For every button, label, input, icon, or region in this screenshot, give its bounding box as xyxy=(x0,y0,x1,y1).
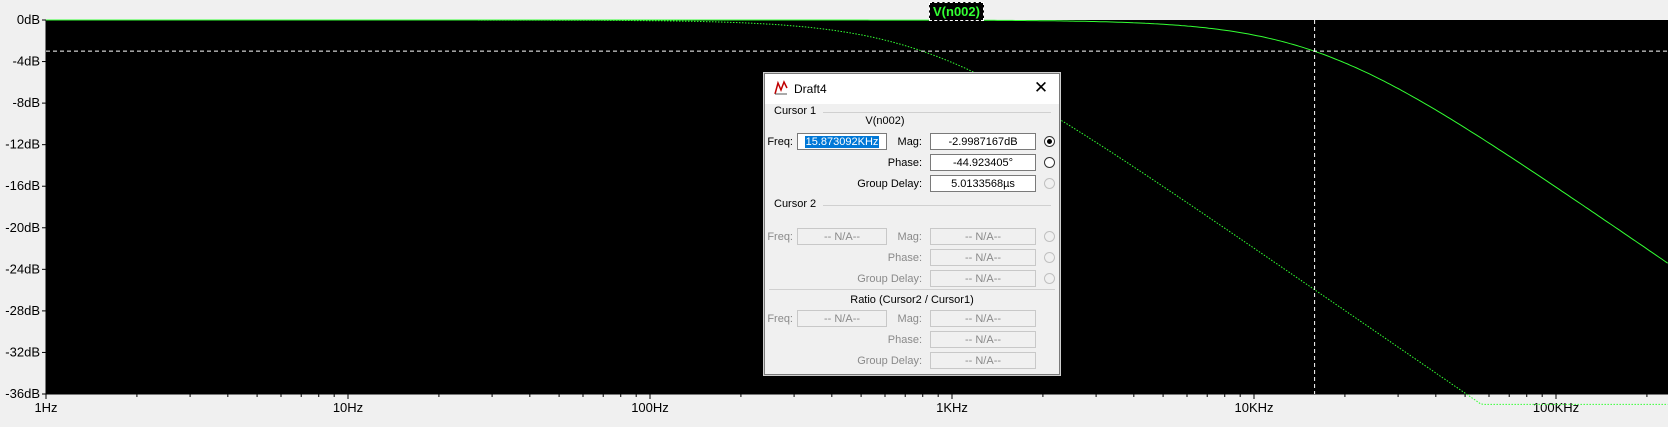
cursor1-phase-radio[interactable] xyxy=(1044,157,1055,168)
x-tick-label: 100KHz xyxy=(1533,400,1579,415)
dialog-title: Draft4 xyxy=(794,82,827,96)
cursor1-freq-value: 15.873092KHz xyxy=(804,136,880,148)
close-icon: ✕ xyxy=(1033,78,1049,97)
cursor1-freq-field[interactable]: 15.873092KHz xyxy=(797,133,887,150)
cursor2-phase-radio[interactable] xyxy=(1044,252,1055,263)
cursor1-group-line xyxy=(823,112,1051,113)
dialog-titlebar[interactable]: Draft4 ✕ xyxy=(765,74,1059,104)
cursor-dialog: Draft4 ✕ Cursor 1 V(n002) Freq: 15.87309… xyxy=(764,73,1060,375)
trace-label[interactable]: V(n002) xyxy=(929,2,984,21)
ratio-mag-field[interactable]: -- N/A-- xyxy=(930,310,1036,327)
cursor1-gd-label: Group Delay: xyxy=(857,178,922,190)
ratio-mag-label: Mag: xyxy=(897,313,922,325)
x-tick-label: 10Hz xyxy=(333,400,363,415)
cursor1-group-label: Cursor 1 xyxy=(774,105,817,117)
ratio-freq-field[interactable]: -- N/A-- xyxy=(797,310,887,327)
x-tick-label: 1KHz xyxy=(936,400,968,415)
ratio-freq-label: Freq: xyxy=(767,313,793,325)
ratio-phase-field[interactable]: -- N/A-- xyxy=(930,331,1036,348)
ratio-separator xyxy=(769,289,1055,290)
cursor1-mag-radio[interactable] xyxy=(1044,136,1055,147)
y-tick-label: -12dB xyxy=(5,137,40,152)
cursor2-gd-label: Group Delay: xyxy=(857,273,922,285)
close-button[interactable]: ✕ xyxy=(1031,78,1051,98)
ratio-gd-label: Group Delay: xyxy=(857,355,922,367)
cursor2-mag-radio[interactable] xyxy=(1044,231,1055,242)
x-tick-label: 1Hz xyxy=(34,400,57,415)
y-tick-label: -36dB xyxy=(5,386,40,401)
cursor2-phase-label: Phase: xyxy=(887,252,922,264)
x-tick-label: 10KHz xyxy=(1234,400,1273,415)
x-tick-label: 100Hz xyxy=(631,400,669,415)
cursor2-phase-field[interactable]: -- N/A-- xyxy=(930,249,1036,266)
cursor1-phase-field[interactable]: -44.923405° xyxy=(930,154,1036,171)
cursor2-freq-field[interactable]: -- N/A-- xyxy=(797,228,887,245)
y-tick-label: -4dB xyxy=(13,54,40,69)
ratio-gd-field[interactable]: -- N/A-- xyxy=(930,352,1036,369)
cursor2-mag-label: Mag: xyxy=(897,231,922,243)
cursor1-mag-field[interactable]: -2.9987167dB xyxy=(930,133,1036,150)
cursor1-phase-label: Phase: xyxy=(887,157,922,169)
cursor2-group-label: Cursor 2 xyxy=(774,198,817,210)
y-tick-label: 0dB xyxy=(17,12,40,27)
cursor1-trace-name: V(n002) xyxy=(865,115,905,127)
y-tick-label: -28dB xyxy=(5,303,40,318)
y-tick-label: -24dB xyxy=(5,261,40,276)
y-tick-label: -16dB xyxy=(5,178,40,193)
y-tick-label: -32dB xyxy=(5,344,40,359)
cursor2-gd-radio[interactable] xyxy=(1044,273,1055,284)
cursor2-group-line xyxy=(823,205,1051,206)
cursor2-gd-field[interactable]: -- N/A-- xyxy=(930,270,1036,287)
cursor2-freq-label: Freq: xyxy=(767,231,793,243)
ratio-phase-label: Phase: xyxy=(887,334,922,346)
cursor1-gd-field[interactable]: 5.0133568µs xyxy=(930,175,1036,192)
cursor2-mag-field[interactable]: -- N/A-- xyxy=(930,228,1036,245)
cursor1-freq-label: Freq: xyxy=(767,136,793,148)
y-tick-label: -8dB xyxy=(13,95,40,110)
cursor1-mag-label: Mag: xyxy=(897,136,922,148)
ratio-group-label: Ratio (Cursor2 / Cursor1) xyxy=(850,294,974,306)
y-tick-label: -20dB xyxy=(5,220,40,235)
ltspice-icon xyxy=(774,80,788,95)
cursor1-gd-radio[interactable] xyxy=(1044,178,1055,189)
